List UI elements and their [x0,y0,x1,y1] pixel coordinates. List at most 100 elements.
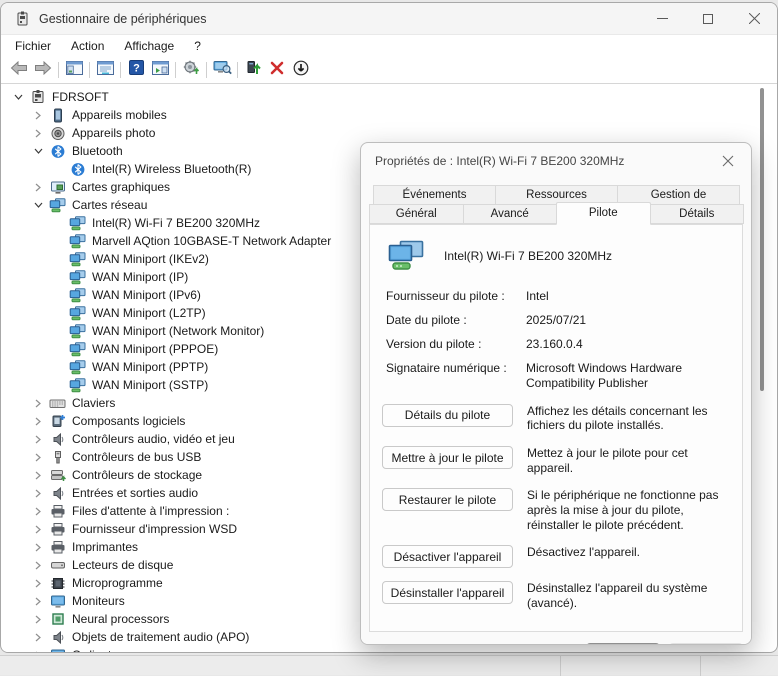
field-value: 2025/07/21 [526,313,730,327]
chevron-right-icon[interactable] [30,629,46,645]
network-icon [69,342,86,357]
properties-dialog: Propriétés de : Intel(R) Wi-Fi 7 BE200 3… [360,142,752,645]
monitor-icon [49,594,66,609]
field-label: Fournisseur du pilote : [386,289,526,303]
scrollbar-thumb[interactable] [760,88,764,391]
chevron-right-icon[interactable] [30,503,46,519]
chevron-down-icon[interactable] [10,89,26,105]
cancel-button[interactable]: Annuler [669,643,743,645]
forward-button[interactable] [31,59,55,81]
background-window-strip [0,655,778,675]
scan-hardware-changes-button[interactable] [179,59,203,81]
help-button[interactable]: ? [124,59,148,81]
gpu-icon [49,180,66,195]
menu-item-action[interactable]: Action [61,35,114,57]
properties-button[interactable] [93,59,117,81]
tree-item-label: Neural processors [72,612,169,626]
properties-icon [97,61,114,80]
tab-avancé[interactable]: Avancé [463,204,558,224]
device-header: Intel(R) Wi-Fi 7 BE200 320MHz [386,239,730,273]
tree-item-label: FDRSOFT [52,90,109,104]
chevron-down-icon[interactable] [30,197,46,213]
network-adapter-icon [386,239,426,273]
action-description: Désinstallez l'appareil du système (avan… [527,581,730,610]
chevron-spacer [50,233,66,249]
action-description: Désactivez l'appareil. [527,545,730,560]
tab-détails[interactable]: Détails [650,204,745,224]
restaurer-le-pilote-button[interactable]: Restaurer le pilote [382,488,513,511]
chevron-right-icon[interactable] [30,647,46,653]
toolbar-separator [120,62,121,78]
toolbar-separator [58,62,59,78]
tree-item[interactable]: Appareils mobiles [2,106,762,124]
svg-text:?: ? [133,63,140,75]
tree-item-label: Claviers [72,396,115,410]
network-icon [69,234,86,249]
chevron-right-icon[interactable] [30,593,46,609]
update-driver-icon [245,60,261,80]
chevron-down-icon[interactable] [30,143,46,159]
close-button[interactable] [731,3,777,34]
chevron-right-icon[interactable] [30,107,46,123]
disable-device-button[interactable] [289,59,313,81]
field-label: Version du pilote : [386,337,526,351]
console-tree-button[interactable] [62,59,86,81]
update-driver-button[interactable] [241,59,265,81]
computer-search-button[interactable] [210,59,234,81]
dialog-title-bar: Propriétés de : Intel(R) Wi-Fi 7 BE200 3… [361,143,751,179]
chevron-right-icon[interactable] [30,467,46,483]
camera-icon [49,126,66,141]
chevron-right-icon[interactable] [30,413,46,429]
tree-item-label: Composants logiciels [72,414,185,428]
menu-item-affichage[interactable]: Affichage [114,35,184,57]
forward-icon [34,61,52,80]
désactiver-l-appareil-button[interactable]: Désactiver l'appareil [382,545,513,568]
tab-événements[interactable]: Événements [373,185,496,204]
minimize-button[interactable] [639,3,685,34]
chevron-right-icon[interactable] [30,431,46,447]
show-action-pane-button[interactable] [148,59,172,81]
chevron-right-icon[interactable] [30,521,46,537]
network-icon [49,198,66,213]
back-icon [10,61,28,80]
chevron-right-icon[interactable] [30,611,46,627]
tree-item-label: WAN Miniport (L2TP) [92,306,206,320]
tree-item[interactable]: FDRSOFT [2,88,762,106]
chevron-right-icon[interactable] [30,449,46,465]
chevron-right-icon[interactable] [30,395,46,411]
network-icon [69,324,86,339]
tree-scrollbar[interactable] [760,86,764,652]
chevron-spacer [50,341,66,357]
field-value: Microsoft Windows Hardware Compatibility… [526,361,730,389]
tab-général[interactable]: Général [369,204,464,224]
chevron-spacer [50,323,66,339]
software-icon [49,414,66,429]
printer-icon [49,522,66,537]
chevron-right-icon[interactable] [30,485,46,501]
maximize-button[interactable] [685,3,731,34]
dialog-close-icon[interactable] [719,152,737,170]
uninstall-device-button[interactable] [265,59,289,81]
field-label: Date du pilote : [386,313,526,327]
menu-item-fichier[interactable]: Fichier [5,35,61,57]
menu-item-?[interactable]: ? [184,35,211,57]
driver-action-row: Détails du piloteAffichez les détails co… [382,404,730,433]
back-button[interactable] [7,59,31,81]
chevron-right-icon[interactable] [30,557,46,573]
désinstaller-l-appareil-button[interactable]: Désinstaller l'appareil [382,581,513,604]
tab-pilote[interactable]: Pilote [556,202,651,225]
détails-du-pilote-button[interactable]: Détails du pilote [382,404,513,427]
chevron-right-icon[interactable] [30,539,46,555]
chevron-right-icon[interactable] [30,125,46,141]
tree-item[interactable]: Ordinateur [2,646,762,653]
tree-item[interactable]: Appareils photo [2,124,762,142]
chevron-right-icon[interactable] [30,179,46,195]
close-dialog-button[interactable]: Fermer [586,643,660,645]
chevron-spacer [50,377,66,393]
mettre-jour-le-pilote-button[interactable]: Mettre à jour le pilote [382,446,513,469]
chevron-right-icon[interactable] [30,575,46,591]
chevron-spacer [50,161,66,177]
bluetooth-icon [49,144,66,159]
phone-icon [49,108,66,123]
driver-action-row: Désinstaller l'appareil Désinstallez l'ap… [382,581,730,610]
